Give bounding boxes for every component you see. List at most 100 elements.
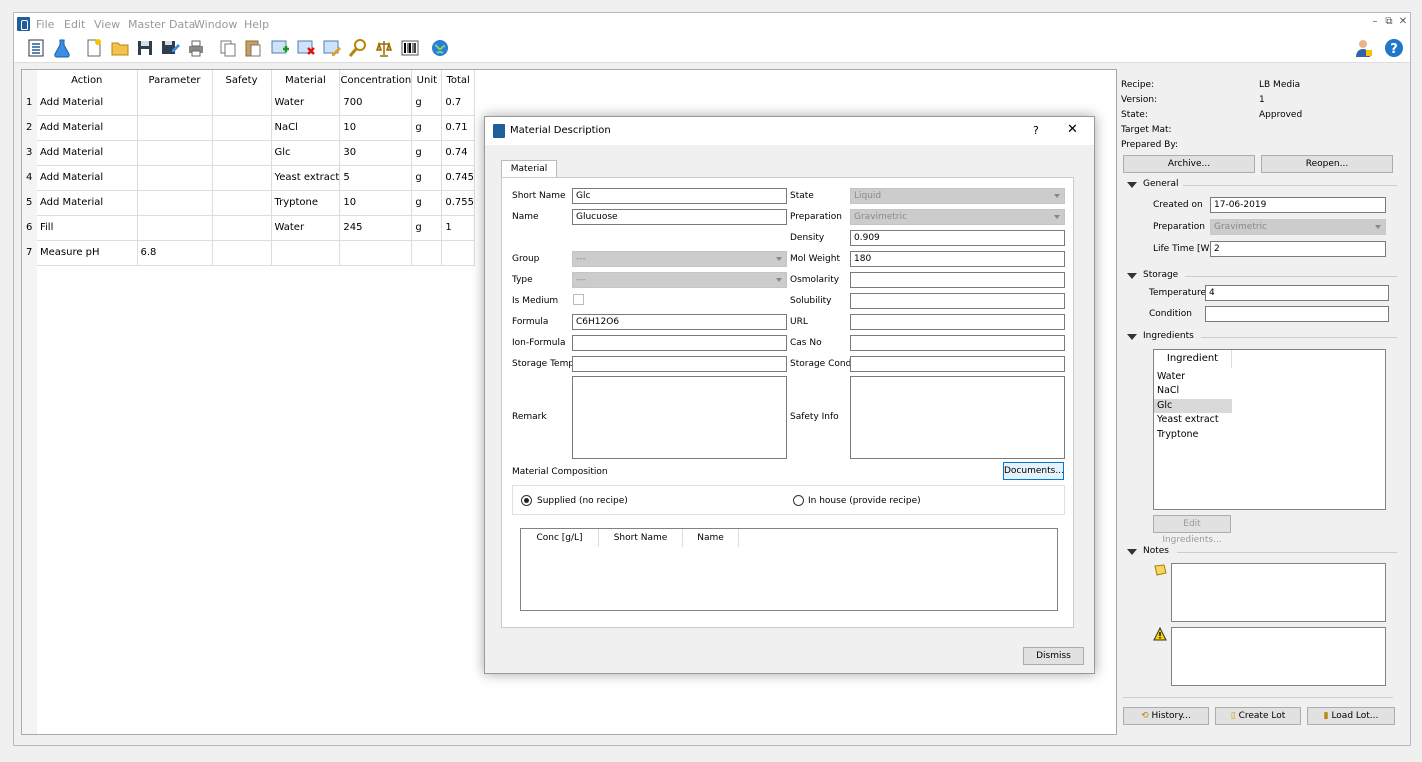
restore-button[interactable]: ⧉	[1382, 16, 1396, 27]
cell-parameter[interactable]	[137, 90, 213, 116]
cell-action[interactable]: Add Material	[37, 165, 138, 191]
ingredient-item[interactable]: NaCl	[1154, 384, 1232, 398]
print-icon[interactable]	[186, 38, 206, 58]
documents-button[interactable]: Documents...	[1003, 462, 1064, 480]
safety-notes-field[interactable]	[1171, 627, 1386, 686]
dialog-title-bar[interactable]: Material Description ? ✕	[485, 117, 1094, 145]
row-number[interactable]: 3	[22, 140, 37, 165]
edit-ingredients-button[interactable]: Edit Ingredients...	[1153, 515, 1231, 545]
preparation-select[interactable]: Gravimetric	[850, 209, 1065, 225]
cell-parameter[interactable]	[137, 190, 213, 216]
header-action[interactable]: Action	[37, 70, 138, 90]
notes-section-header[interactable]: Notes	[1127, 546, 1397, 558]
cell-conc[interactable]: 30	[339, 140, 413, 166]
cell-parameter[interactable]	[137, 140, 213, 166]
reopen-button[interactable]: Reopen...	[1261, 155, 1393, 173]
cell-safety[interactable]	[212, 115, 272, 141]
cell-total[interactable]: 0.74	[441, 140, 475, 166]
row-number[interactable]: 5	[22, 190, 37, 215]
composition-table[interactable]: Conc [g/L] Short Name Name	[520, 528, 1058, 611]
ingredient-item[interactable]: Water	[1154, 370, 1232, 384]
save-icon[interactable]	[135, 38, 155, 58]
open-folder-icon[interactable]	[110, 38, 130, 58]
general-section-header[interactable]: General	[1127, 179, 1397, 191]
cell-total[interactable]: 0.755	[441, 190, 475, 216]
user-icon[interactable]	[1354, 38, 1374, 58]
barcode-icon[interactable]	[400, 38, 420, 58]
table-row[interactable]: 7 Measure pH 6.8	[22, 240, 475, 266]
row-number[interactable]: 2	[22, 115, 37, 140]
formula-field[interactable]: C6H12O6	[572, 314, 787, 330]
cell-total[interactable]: 0.745	[441, 165, 475, 191]
storage-section-header[interactable]: Storage	[1127, 270, 1397, 282]
cell-safety[interactable]	[212, 165, 272, 191]
safety-info-field[interactable]	[850, 376, 1065, 459]
ingredient-header[interactable]: Ingredient	[1154, 350, 1232, 368]
globe-icon[interactable]	[430, 38, 450, 58]
life-time-field[interactable]: 2	[1210, 241, 1386, 257]
header-conc[interactable]: Conc [g/L]	[521, 529, 599, 547]
cell-material[interactable]: Tryptone	[271, 190, 341, 216]
menu-file[interactable]: File	[36, 18, 54, 31]
cell-conc[interactable]	[339, 240, 413, 266]
cell-parameter[interactable]	[137, 115, 213, 141]
minimize-button[interactable]: –	[1368, 16, 1382, 27]
archive-button[interactable]: Archive...	[1123, 155, 1255, 173]
radio-supplied-label[interactable]: Supplied (no recipe)	[537, 496, 628, 506]
table-row[interactable]: 5 Add Material Tryptone 10 g 0.755	[22, 190, 475, 216]
add-row-icon[interactable]	[270, 38, 290, 58]
header-unit[interactable]: Unit	[411, 70, 443, 90]
ingredients-list[interactable]: Ingredient Water NaCl Glc Yeast extract Tryp…	[1153, 349, 1386, 510]
cell-safety[interactable]	[212, 140, 272, 166]
cell-unit[interactable]: g	[411, 190, 443, 216]
ingredients-section-header[interactable]: Ingredients	[1127, 331, 1397, 343]
cell-safety[interactable]	[212, 215, 272, 241]
mol-weight-field[interactable]: 180	[850, 251, 1065, 267]
radio-supplied[interactable]	[521, 495, 532, 506]
cell-unit[interactable]: g	[411, 140, 443, 166]
table-row[interactable]: 4 Add Material Yeast extract 5 g 0.745	[22, 165, 475, 191]
cell-action[interactable]: Add Material	[37, 190, 138, 216]
remark-field[interactable]	[572, 376, 787, 459]
cell-unit[interactable]: g	[411, 115, 443, 141]
cell-conc[interactable]: 10	[339, 115, 413, 141]
cell-material[interactable]	[271, 240, 341, 266]
balance-scale-icon[interactable]	[374, 38, 394, 58]
cell-total[interactable]: 0.71	[441, 115, 475, 141]
paste-icon[interactable]	[243, 38, 263, 58]
cell-unit[interactable]	[411, 240, 443, 266]
cell-parameter[interactable]: 6.8	[137, 240, 213, 266]
flask-icon[interactable]	[52, 38, 72, 58]
dismiss-button[interactable]: Dismiss	[1023, 647, 1084, 665]
table-row[interactable]: 3 Add Material Glc 30 g 0.74	[22, 140, 475, 166]
ingredient-item[interactable]: Yeast extract	[1154, 413, 1232, 427]
state-select[interactable]: Liquid	[850, 188, 1065, 204]
header-safety[interactable]: Safety	[212, 70, 272, 90]
dialog-help-button[interactable]: ?	[1033, 124, 1039, 137]
menu-help[interactable]: Help	[244, 18, 269, 31]
solubility-field[interactable]	[850, 293, 1065, 309]
group-select[interactable]: ---	[572, 251, 787, 267]
row-number[interactable]: 1	[22, 90, 37, 115]
new-document-icon[interactable]	[84, 38, 104, 58]
search-icon[interactable]	[348, 38, 368, 58]
header-concentration[interactable]: Concentration	[339, 70, 413, 90]
list-icon[interactable]	[26, 38, 46, 58]
cell-conc[interactable]: 10	[339, 190, 413, 216]
cas-no-field[interactable]	[850, 335, 1065, 351]
cell-material[interactable]: Water	[271, 90, 341, 116]
table-row[interactable]: 1 Add Material Water 700 g 0.7	[22, 90, 475, 116]
create-lot-button[interactable]: ▯ Create Lot	[1215, 707, 1301, 725]
close-button[interactable]: ✕	[1396, 16, 1410, 27]
cell-parameter[interactable]	[137, 215, 213, 241]
cell-unit[interactable]: g	[411, 215, 443, 241]
edit-table-icon[interactable]	[322, 38, 342, 58]
table-row[interactable]: 6 Fill Water 245 g 1	[22, 215, 475, 241]
storage-temp-field[interactable]	[572, 356, 787, 372]
preparation-select[interactable]: Gravimetric	[1210, 219, 1386, 235]
url-field[interactable]	[850, 314, 1065, 330]
name-field[interactable]: Glucuose	[572, 209, 787, 225]
ion-formula-field[interactable]	[572, 335, 787, 351]
radio-inhouse[interactable]	[793, 495, 804, 506]
row-number[interactable]: 7	[22, 240, 37, 265]
